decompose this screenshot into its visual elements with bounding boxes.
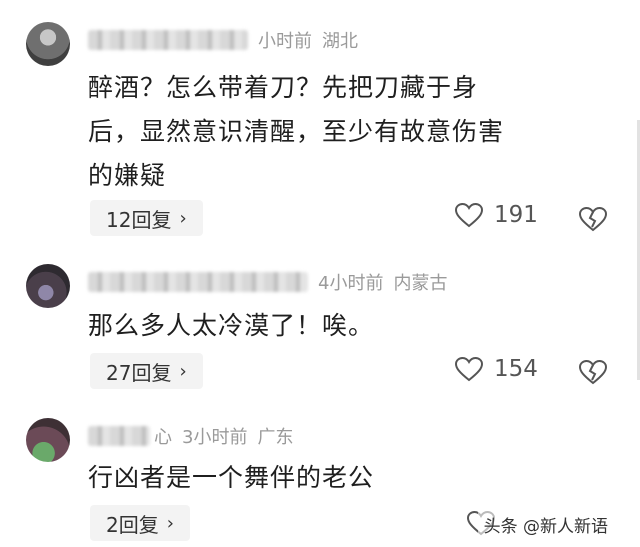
comment-location: 广东 xyxy=(257,427,294,448)
comment-meta: 心 3小时前 广东 xyxy=(88,422,293,450)
like-button[interactable]: 191 xyxy=(454,202,538,228)
avatar[interactable] xyxy=(26,418,70,462)
reply-label: 2回复 xyxy=(106,512,159,537)
username-tail: 心 xyxy=(154,427,172,448)
comment-text-line: 那么多人太冷漠了！唉。 xyxy=(88,311,375,340)
comment-text: 那么多人太冷漠了！唉。 xyxy=(88,304,613,348)
watermark: 头条 @新人新语 xyxy=(477,510,614,539)
chevron-right-icon: › xyxy=(179,207,187,229)
avatar[interactable] xyxy=(26,22,70,66)
heart-outline-icon xyxy=(454,202,484,228)
avatar[interactable] xyxy=(26,264,70,308)
comment-text-line: 后，显然意识清醒，至少有故意伤害 xyxy=(88,117,505,146)
comment-location: 内蒙古 xyxy=(393,273,448,294)
reply-label: 12回复 xyxy=(106,207,172,232)
comment-meta: 4小时前 内蒙古 xyxy=(88,268,447,296)
comment-meta: 小时前 湖北 xyxy=(88,26,358,54)
broken-heart-icon[interactable] xyxy=(578,206,608,232)
like-button[interactable]: 154 xyxy=(454,356,538,382)
chevron-right-icon: › xyxy=(179,360,187,382)
reply-label: 27回复 xyxy=(106,360,172,385)
comment-text-line: 的嫌疑 xyxy=(88,161,167,190)
comment-text-line: 行凶者是一个舞伴的老公 xyxy=(88,463,375,492)
reply-button[interactable]: 12回复 › xyxy=(90,200,203,236)
comment-time: 3小时前 xyxy=(182,427,248,448)
username-blurred[interactable] xyxy=(88,30,248,50)
chevron-right-icon: › xyxy=(166,512,174,534)
reply-button[interactable]: 27回复 › xyxy=(90,353,203,389)
comment-time: 4小时前 xyxy=(318,273,384,294)
comment-text: 醉酒？怎么带着刀？先把刀藏于身 后，显然意识清醒，至少有故意伤害 的嫌疑 xyxy=(88,66,613,198)
comment-text-line: 醉酒？怎么带着刀？先把刀藏于身 xyxy=(88,73,479,102)
comment-location: 湖北 xyxy=(322,31,358,52)
comment-1: 小时前 湖北 醉酒？怎么带着刀？先把刀藏于身 后，显然意识清醒，至少有故意伤害 … xyxy=(0,22,640,242)
comment-2: 4小时前 内蒙古 那么多人太冷漠了！唉。 27回复 › 154 xyxy=(0,264,640,394)
like-count: 191 xyxy=(494,202,538,228)
comment-text: 行凶者是一个舞伴的老公 xyxy=(88,456,613,500)
username-blurred[interactable] xyxy=(88,426,150,446)
broken-heart-icon[interactable] xyxy=(578,359,608,385)
like-count: 154 xyxy=(494,356,538,382)
reply-button[interactable]: 2回复 › xyxy=(90,505,190,541)
username-blurred[interactable] xyxy=(88,272,308,292)
comment-time: 小时前 xyxy=(258,31,312,52)
heart-outline-icon xyxy=(454,356,484,382)
